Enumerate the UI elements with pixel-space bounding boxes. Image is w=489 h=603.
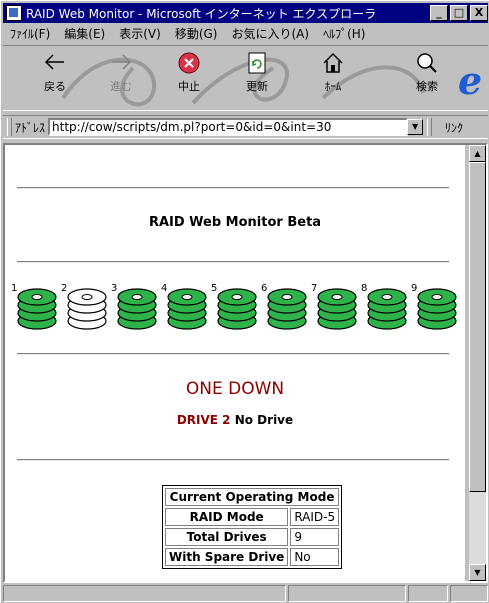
back-label: 戻る [44, 80, 66, 93]
maximize-button[interactable]: □ [450, 5, 468, 21]
disk-stack-icon [317, 288, 357, 330]
divider [17, 187, 449, 189]
spare-drive-value: No [290, 548, 340, 566]
back-arrow-icon [44, 54, 64, 70]
menu-edit[interactable]: 編集(E) [57, 25, 112, 42]
status-bar [3, 585, 488, 603]
drive-icon: 1 [11, 281, 61, 341]
disk-stack-icon [217, 288, 257, 330]
menu-file[interactable]: ﾌｧｲﾙ(F) [3, 25, 57, 42]
stop-button[interactable]: 中止 [167, 50, 211, 94]
scroll-down-icon[interactable]: ▼ [469, 564, 486, 581]
table-row: Total Drives 9 [165, 528, 340, 546]
search-label: 検索 [416, 80, 438, 93]
menu-go[interactable]: 移動(G) [168, 25, 225, 42]
divider [17, 353, 449, 355]
drive-icon: 6 [261, 281, 311, 341]
address-bar: ｱﾄﾞﾚｽ http://cow/scripts/dm.pl?port=0&id… [3, 115, 488, 139]
menu-favorites[interactable]: お気に入り(A) [224, 25, 316, 42]
address-grip[interactable] [7, 118, 12, 136]
divider [17, 459, 449, 461]
failed-drive-state: No Drive [234, 413, 294, 427]
raid-status: ONE DOWN [185, 379, 285, 399]
raid-mode-key: RAID Mode [165, 508, 289, 526]
close-button[interactable]: X [470, 5, 488, 21]
forward-label: 進む [110, 80, 132, 93]
drive-icon: 8 [361, 281, 411, 341]
search-icon [417, 53, 437, 73]
drive-icon: 3 [111, 281, 161, 341]
operating-mode-table: Current Operating Mode RAID Mode RAID-5 … [162, 485, 343, 569]
window-title: RAID Web Monitor - Microsoft インターネット エクス… [26, 6, 377, 21]
forward-arrow-icon [112, 54, 132, 70]
menu-help[interactable]: ﾍﾙﾌﾟ(H) [316, 25, 372, 42]
drive-icon: 7 [311, 281, 361, 341]
home-button[interactable]: ﾎｰﾑ [311, 50, 355, 94]
scroll-up-icon[interactable]: ▲ [469, 145, 486, 162]
status-detail: DRIVE 2 No Drive [5, 413, 465, 427]
address-input[interactable]: http://cow/scripts/dm.pl?port=0&id=0&int… [48, 118, 409, 136]
disk-stack-icon [367, 288, 407, 330]
disk-stack-icon [267, 288, 307, 330]
refresh-button[interactable]: 更新 [235, 50, 279, 94]
vertical-scrollbar[interactable]: ▲ ▼ [469, 145, 486, 581]
total-drives-value: 9 [290, 528, 340, 546]
menu-view[interactable]: 表示(V) [112, 25, 168, 42]
stop-label: 中止 [178, 80, 200, 93]
refresh-icon [248, 52, 266, 74]
missing-drive-icon: 2 [61, 281, 111, 341]
address-label: ｱﾄﾞﾚｽ [15, 120, 46, 135]
failed-drive-label: DRIVE 2 [176, 413, 231, 427]
page-title: RAID Web Monitor Beta [148, 215, 322, 230]
disk-stack-icon [67, 288, 107, 330]
ie-logo-icon: e [458, 58, 483, 103]
content-area: RAID Web Monitor Beta 123456789 ONE DOWN… [3, 143, 488, 583]
links-grip[interactable] [427, 118, 433, 136]
drive-icon: 4 [161, 281, 211, 341]
disk-stack-icon [417, 288, 457, 330]
app-icon[interactable] [6, 5, 22, 21]
disk-stack-icon [17, 288, 57, 330]
home-icon [323, 52, 343, 73]
scroll-thumb[interactable] [469, 162, 486, 492]
browser-window: RAID Web Monitor - Microsoft インターネット エクス… [0, 0, 489, 603]
table-row: With Spare Drive No [165, 548, 340, 566]
back-button[interactable]: 戻る [33, 50, 77, 94]
minimize-button[interactable]: _ [430, 5, 448, 21]
raid-mode-value: RAID-5 [290, 508, 340, 526]
home-label: ﾎｰﾑ [324, 80, 342, 93]
stop-icon [178, 52, 200, 74]
total-drives-key: Total Drives [165, 528, 289, 546]
drive-icon: 9 [411, 281, 461, 341]
forward-button[interactable]: 進む [99, 50, 143, 94]
address-dropdown-icon[interactable]: ▼ [407, 119, 424, 135]
web-page: RAID Web Monitor Beta 123456789 ONE DOWN… [5, 145, 465, 581]
title-bar: RAID Web Monitor - Microsoft インターネット エクス… [3, 3, 488, 23]
disk-stack-icon [167, 288, 207, 330]
spare-drive-key: With Spare Drive [165, 548, 289, 566]
table-row: RAID Mode RAID-5 [165, 508, 340, 526]
divider [17, 261, 449, 263]
status-text-pane [3, 585, 286, 602]
drive-icon: 5 [211, 281, 261, 341]
status-pane [288, 585, 406, 602]
zone-pane [450, 585, 488, 602]
search-button[interactable]: 検索 [405, 50, 449, 94]
security-pane [408, 585, 448, 602]
disk-stack-icon [117, 288, 157, 330]
refresh-label: 更新 [246, 80, 268, 93]
toolbar: 戻る 進む 中止 更新 ﾎｰﾑ 検索 e [3, 45, 488, 111]
links-button[interactable]: ﾘﾝｸ [445, 119, 463, 136]
menu-bar: ﾌｧｲﾙ(F) 編集(E) 表示(V) 移動(G) お気に入り(A) ﾍﾙﾌﾟ(… [3, 24, 488, 42]
operating-mode-header: Current Operating Mode [165, 488, 340, 506]
drive-row: 123456789 [11, 281, 465, 341]
